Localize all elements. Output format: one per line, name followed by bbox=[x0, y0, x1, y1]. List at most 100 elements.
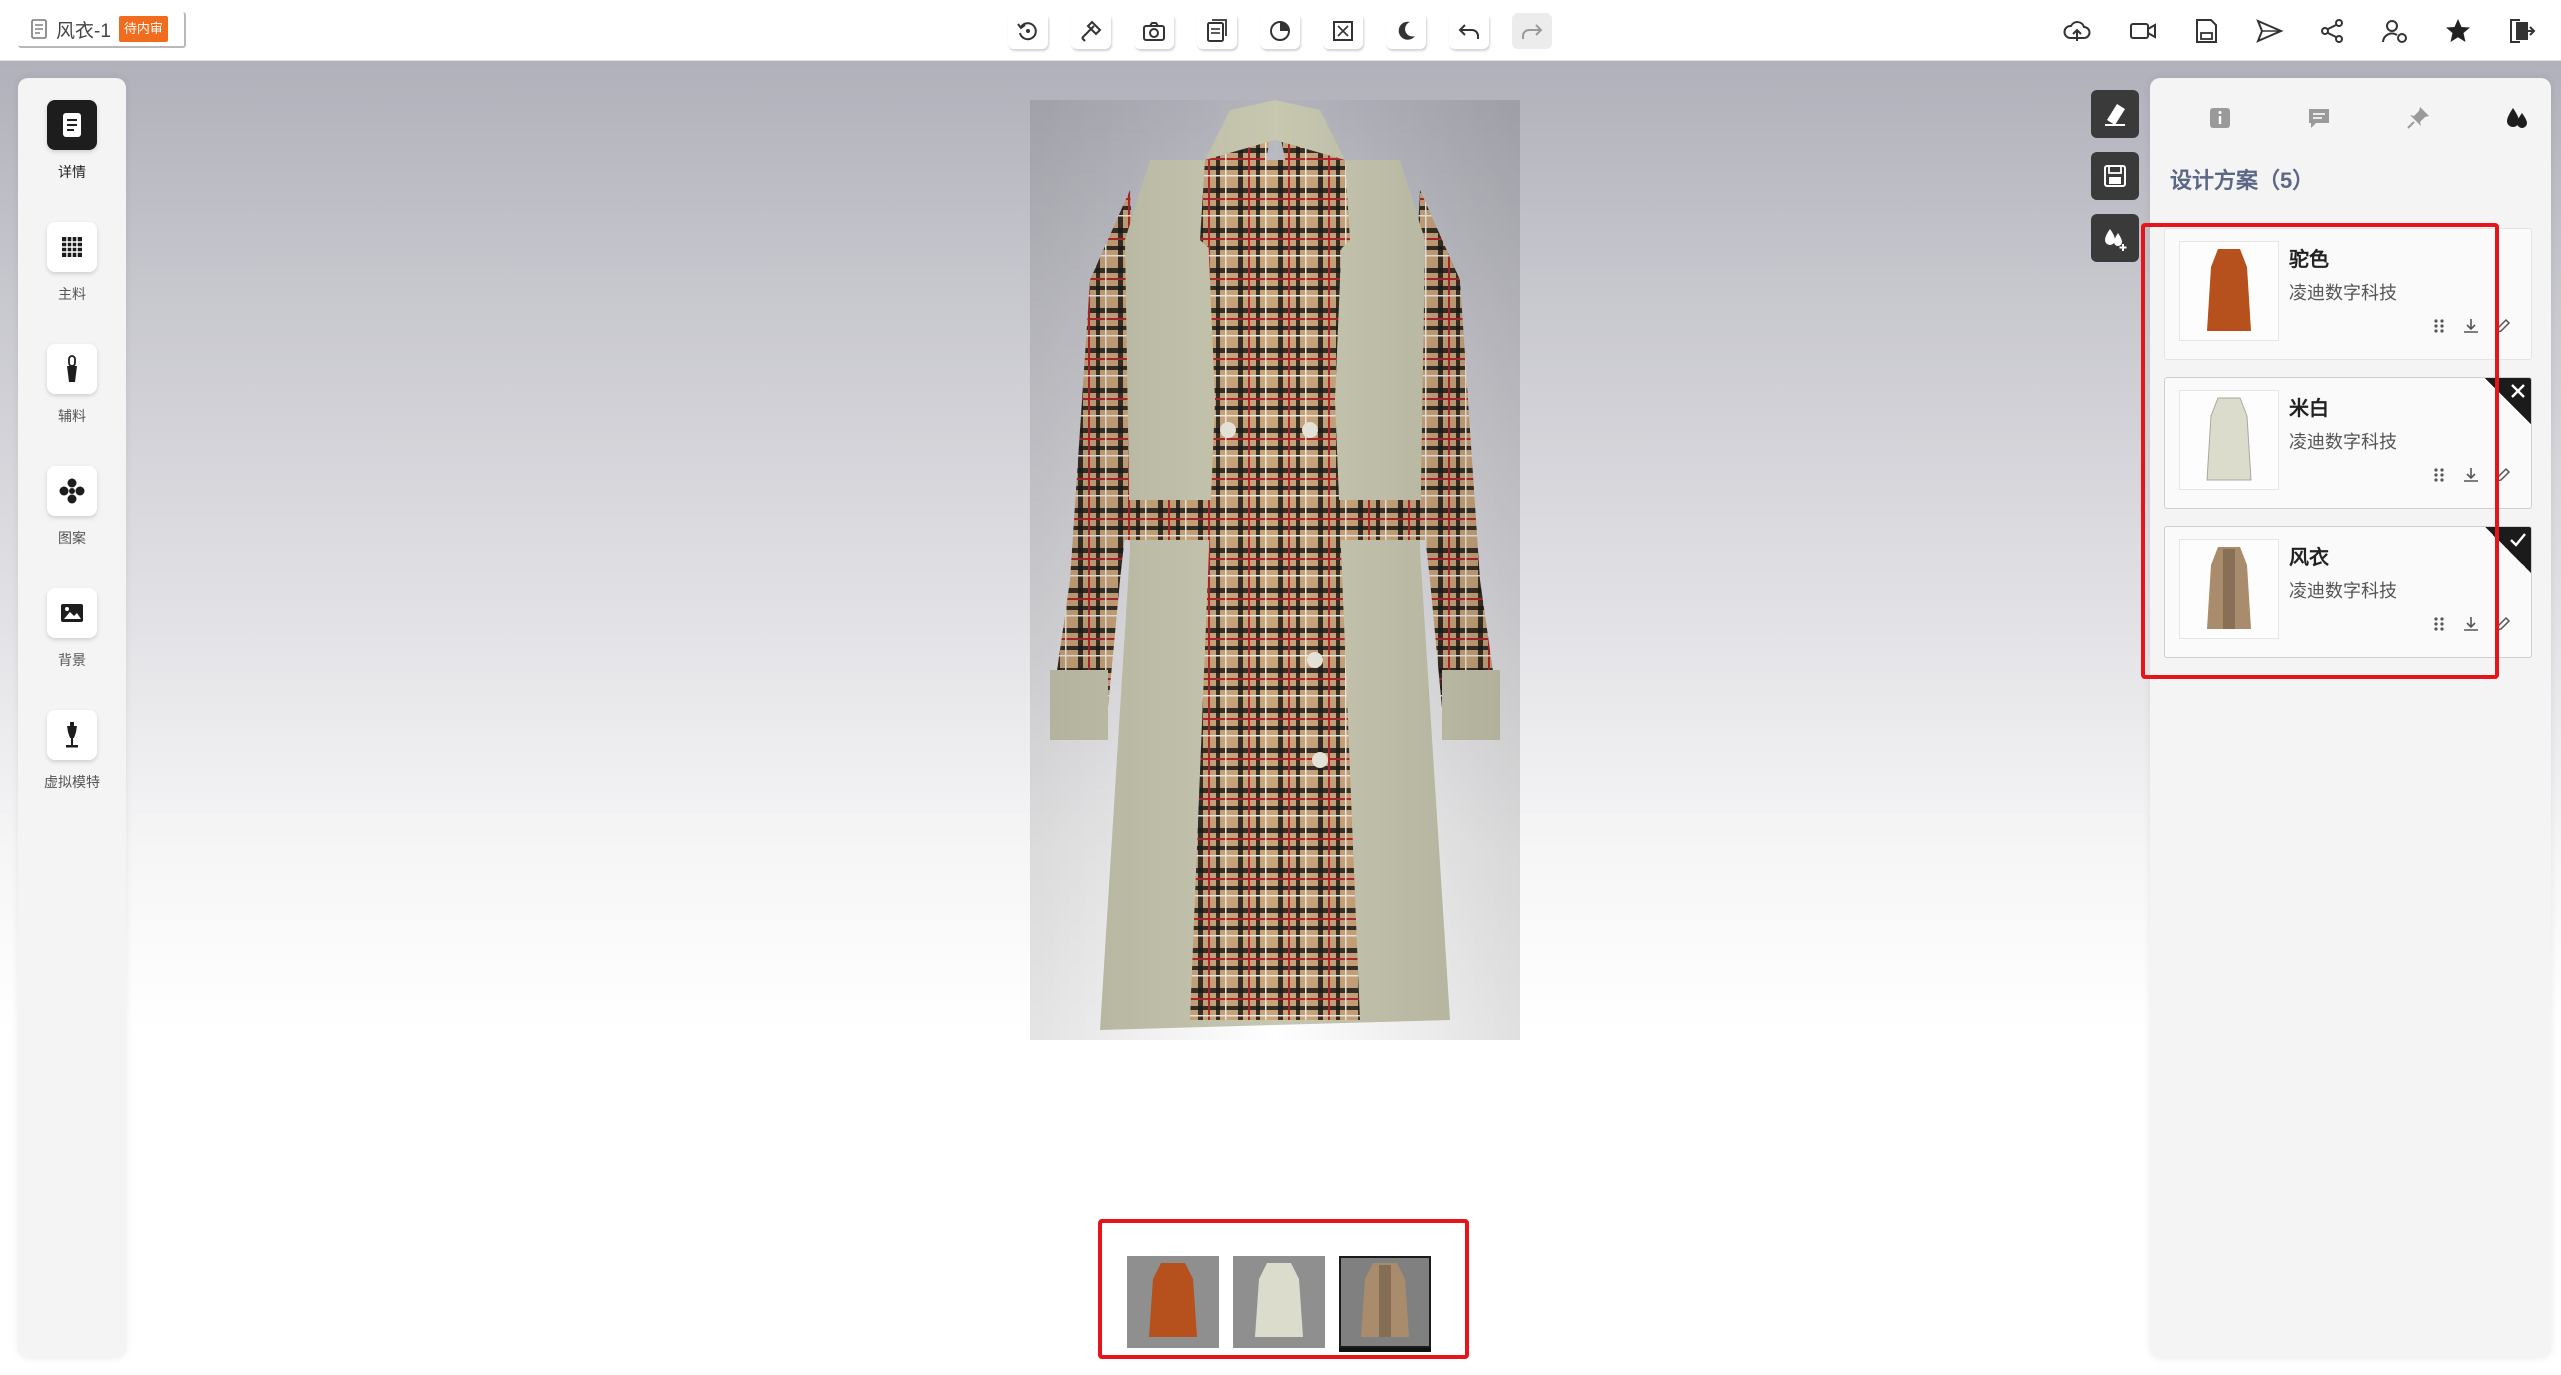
sidebar-item-virtual-model[interactable]: 虚拟模特 bbox=[18, 710, 126, 810]
night-mode-button[interactable] bbox=[1386, 13, 1426, 49]
scheme-card[interactable]: 风衣 凌迪数字科技 bbox=[2164, 526, 2532, 658]
user-settings-button[interactable] bbox=[2375, 11, 2415, 51]
fullscreen-button[interactable] bbox=[1323, 13, 1363, 49]
section-title: 设计方案（5） bbox=[2170, 168, 2315, 193]
download-icon[interactable] bbox=[2462, 317, 2480, 335]
camera-button[interactable] bbox=[1134, 13, 1174, 49]
drag-handle-icon[interactable] bbox=[2430, 615, 2448, 633]
sidebar-label: 虚拟模特 bbox=[44, 774, 100, 790]
status-badge: 待内审 bbox=[118, 16, 168, 42]
tab-info[interactable] bbox=[2198, 98, 2242, 138]
tab-colorways[interactable] bbox=[2495, 98, 2539, 138]
scheme-card[interactable]: 驼色 凌迪数字科技 bbox=[2164, 228, 2532, 360]
scheme-actions bbox=[2430, 317, 2512, 335]
exit-icon bbox=[2510, 19, 2536, 43]
close-icon bbox=[2511, 384, 2525, 398]
coat-icon bbox=[1149, 1263, 1197, 1337]
document-icon bbox=[31, 19, 47, 39]
sidebar-item-details[interactable]: 详情 bbox=[18, 100, 126, 200]
active-scheme-marker bbox=[2485, 527, 2531, 573]
delete-scheme-button[interactable] bbox=[2485, 378, 2531, 424]
tab-pins[interactable] bbox=[2396, 98, 2440, 138]
background-image-icon bbox=[61, 604, 83, 622]
cloud-upload-icon bbox=[2063, 21, 2091, 41]
rotate-button[interactable] bbox=[1008, 13, 1048, 49]
sidebar-label: 详情 bbox=[58, 164, 86, 180]
redo-icon bbox=[1522, 24, 1543, 39]
scheme-thumbnail bbox=[2179, 390, 2279, 490]
document-tab[interactable]: 风衣-1 待内审 bbox=[18, 12, 186, 48]
sidebar-item-pattern[interactable]: 图案 bbox=[18, 466, 126, 566]
save-drive-button[interactable] bbox=[2186, 11, 2226, 51]
color-drops-icon bbox=[2507, 108, 2527, 128]
download-icon[interactable] bbox=[2462, 466, 2480, 484]
drag-handle-icon[interactable] bbox=[2430, 466, 2448, 484]
camera-icon bbox=[1143, 22, 1165, 41]
exit-button[interactable] bbox=[2501, 11, 2541, 51]
add-colorway-button[interactable] bbox=[2091, 214, 2139, 262]
fullscreen-icon bbox=[1333, 21, 1353, 41]
scheme-thumbnail-strip bbox=[1098, 1219, 1469, 1359]
thumbnail-scheme-1[interactable] bbox=[1127, 1256, 1219, 1348]
scheme-name: 米白 bbox=[2289, 398, 2329, 420]
user-settings-icon bbox=[2382, 20, 2407, 43]
sidebar-label: 辅料 bbox=[58, 408, 86, 424]
check-icon bbox=[2510, 533, 2526, 547]
tab-comments[interactable] bbox=[2297, 98, 2341, 138]
scheme-name: 风衣 bbox=[2289, 547, 2329, 569]
thumbnail-scheme-2[interactable] bbox=[1233, 1256, 1325, 1348]
info-icon bbox=[2210, 108, 2230, 128]
drag-handle-icon[interactable] bbox=[2430, 317, 2448, 335]
undo-button[interactable] bbox=[1449, 13, 1489, 49]
copy-pages-icon bbox=[1207, 19, 1227, 42]
scheme-brand: 凌迪数字科技 bbox=[2289, 283, 2397, 303]
edit-icon[interactable] bbox=[2494, 615, 2512, 633]
comment-icon bbox=[2309, 109, 2329, 128]
scheme-thumbnail bbox=[2179, 241, 2279, 341]
eraser-tool-button[interactable] bbox=[2091, 90, 2139, 138]
mannequin-icon bbox=[66, 722, 78, 748]
sidebar-label: 主料 bbox=[58, 286, 86, 302]
coat-icon bbox=[2206, 397, 2252, 481]
share-button[interactable] bbox=[2312, 11, 2352, 51]
copy-pages-button[interactable] bbox=[1197, 13, 1237, 49]
timer-button[interactable] bbox=[1260, 13, 1300, 49]
sidebar-item-trims[interactable]: 辅料 bbox=[18, 344, 126, 444]
favorite-button[interactable] bbox=[2438, 11, 2478, 51]
redo-button[interactable] bbox=[1512, 13, 1552, 49]
save-drive-icon bbox=[2196, 19, 2217, 43]
share-icon bbox=[2321, 19, 2343, 43]
edit-icon[interactable] bbox=[2494, 317, 2512, 335]
rotate-icon bbox=[1017, 22, 1037, 41]
document-title: 风衣-1 bbox=[56, 20, 111, 42]
left-sidebar: 详情 主料 辅料 图案 背景 虚拟模特 bbox=[18, 78, 126, 1358]
pin-icon bbox=[2407, 107, 2429, 129]
thumbnail-scheme-3[interactable] bbox=[1339, 1256, 1431, 1352]
video-button[interactable] bbox=[2123, 11, 2163, 51]
measure-tool-button[interactable] bbox=[1071, 13, 1111, 49]
cloud-upload-button[interactable] bbox=[2057, 11, 2097, 51]
measure-tool-icon bbox=[1081, 20, 1102, 42]
garment-3d-view[interactable] bbox=[1030, 100, 1520, 1040]
scheme-actions bbox=[2430, 466, 2512, 484]
scheme-card[interactable]: 米白 凌迪数字科技 bbox=[2164, 377, 2532, 509]
sidebar-item-background[interactable]: 背景 bbox=[18, 588, 126, 688]
sidebar-item-main-fabric[interactable]: 主料 bbox=[18, 222, 126, 322]
pattern-icon bbox=[59, 478, 85, 504]
download-icon[interactable] bbox=[2462, 615, 2480, 633]
video-icon bbox=[2130, 23, 2156, 39]
sidebar-label: 图案 bbox=[58, 530, 86, 546]
star-icon bbox=[2446, 19, 2470, 42]
coat-icon bbox=[2207, 547, 2251, 629]
coat-icon bbox=[1361, 1263, 1409, 1337]
send-button[interactable] bbox=[2249, 11, 2289, 51]
color-drops-add-icon bbox=[2105, 229, 2127, 251]
eraser-icon bbox=[2105, 104, 2125, 126]
save-tool-button[interactable] bbox=[2091, 152, 2139, 200]
scheme-name: 驼色 bbox=[2289, 249, 2329, 271]
edit-icon[interactable] bbox=[2494, 466, 2512, 484]
coat-icon bbox=[1255, 1263, 1303, 1337]
timer-icon bbox=[1270, 21, 1290, 41]
scheme-actions bbox=[2430, 615, 2512, 633]
document-icon bbox=[63, 113, 81, 137]
